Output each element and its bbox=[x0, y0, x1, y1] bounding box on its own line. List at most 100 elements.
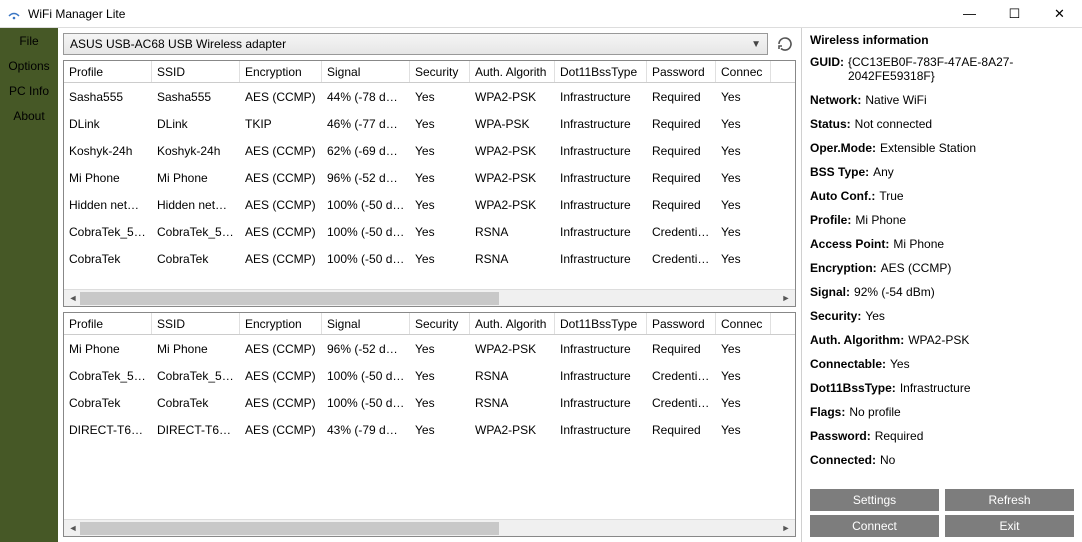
cell: CobraTek bbox=[64, 252, 152, 266]
table-row[interactable]: CobraTekCobraTekAES (CCMP)100% (-50 dBm)… bbox=[64, 245, 795, 272]
sidebar-item-file[interactable]: File bbox=[0, 28, 58, 53]
column-header[interactable]: SSID bbox=[152, 61, 240, 82]
table-row[interactable]: DIRECT-T6DESK...DIRECT-T6DESK...AES (CCM… bbox=[64, 416, 795, 443]
info-line: BSS Type:Any bbox=[810, 165, 1074, 179]
cell: Yes bbox=[410, 396, 470, 410]
table-row[interactable]: CobraTek_5GHzCobraTek_5GHzAES (CCMP)100%… bbox=[64, 218, 795, 245]
column-header[interactable]: Connec bbox=[716, 61, 771, 82]
cell: 96% (-52 dBm) bbox=[322, 342, 410, 356]
refresh-button[interactable]: Refresh bbox=[945, 489, 1074, 511]
table-row[interactable]: DLinkDLinkTKIP46% (-77 dBm)YesWPA-PSKInf… bbox=[64, 110, 795, 137]
info-value: AES (CCMP) bbox=[881, 261, 952, 275]
cell: WPA2-PSK bbox=[470, 423, 555, 437]
cell: CobraTek_5GHz bbox=[64, 225, 152, 239]
close-button[interactable]: ✕ bbox=[1037, 0, 1082, 28]
column-header[interactable]: Connec bbox=[716, 313, 771, 334]
column-header[interactable]: Auth. Algorith bbox=[470, 313, 555, 334]
cell: Required bbox=[647, 198, 716, 212]
column-header[interactable]: Encryption bbox=[240, 313, 322, 334]
connect-button[interactable]: Connect bbox=[810, 515, 939, 537]
cell: AES (CCMP) bbox=[240, 369, 322, 383]
window-title: WiFi Manager Lite bbox=[28, 7, 125, 21]
cell: DIRECT-T6DESK... bbox=[152, 423, 240, 437]
info-value: {CC13EB0F-783F-47AE-8A27-2042FE59318F} bbox=[848, 55, 1074, 83]
networks-table: ProfileSSIDEncryptionSignalSecurityAuth.… bbox=[63, 60, 796, 307]
column-header[interactable]: Dot11BssType bbox=[555, 61, 647, 82]
exit-button[interactable]: Exit bbox=[945, 515, 1074, 537]
column-header[interactable]: Dot11BssType bbox=[555, 313, 647, 334]
scroll-right-icon[interactable]: ► bbox=[779, 291, 793, 305]
column-header[interactable]: Auth. Algorith bbox=[470, 61, 555, 82]
cell: Yes bbox=[716, 396, 771, 410]
cell: Yes bbox=[410, 144, 470, 158]
table-row[interactable]: Mi PhoneMi PhoneAES (CCMP)96% (-52 dBm)Y… bbox=[64, 335, 795, 362]
scroll-left-icon[interactable]: ◄ bbox=[66, 291, 80, 305]
column-header[interactable]: Signal bbox=[322, 313, 410, 334]
column-header[interactable]: Password bbox=[647, 61, 716, 82]
info-value: Yes bbox=[890, 357, 910, 371]
info-label: Security: bbox=[810, 309, 861, 323]
table-row[interactable]: CobraTek_5GHzCobraTek_5GHzAES (CCMP)100%… bbox=[64, 362, 795, 389]
column-header[interactable]: Security bbox=[410, 313, 470, 334]
refresh-icon[interactable] bbox=[774, 33, 796, 55]
cell: Mi Phone bbox=[64, 342, 152, 356]
h-scrollbar[interactable]: ◄ ► bbox=[64, 289, 795, 306]
column-header[interactable]: Signal bbox=[322, 61, 410, 82]
table-row[interactable]: Koshyk-24hKoshyk-24hAES (CCMP)62% (-69 d… bbox=[64, 137, 795, 164]
table-row[interactable]: Sasha555Sasha555AES (CCMP)44% (-78 dBm)Y… bbox=[64, 83, 795, 110]
info-value: Mi Phone bbox=[855, 213, 906, 227]
info-value: Infrastructure bbox=[900, 381, 971, 395]
settings-button[interactable]: Settings bbox=[810, 489, 939, 511]
maximize-button[interactable]: ☐ bbox=[992, 0, 1037, 28]
chevron-down-icon: ▼ bbox=[751, 39, 761, 50]
cell: CobraTek bbox=[64, 396, 152, 410]
info-value: Native WiFi bbox=[865, 93, 926, 107]
info-label: Dot11BssType: bbox=[810, 381, 896, 395]
minimize-button[interactable]: — bbox=[947, 0, 992, 28]
cell: Credentials bbox=[647, 252, 716, 266]
cell: CobraTek bbox=[152, 396, 240, 410]
info-value: Extensible Station bbox=[880, 141, 976, 155]
info-value: Any bbox=[873, 165, 894, 179]
info-line: Auth. Algorithm:WPA2-PSK bbox=[810, 333, 1074, 347]
sidebar-item-options[interactable]: Options bbox=[0, 53, 58, 78]
cell: AES (CCMP) bbox=[240, 198, 322, 212]
column-header[interactable]: Security bbox=[410, 61, 470, 82]
table-row[interactable]: CobraTekCobraTekAES (CCMP)100% (-50 dBm)… bbox=[64, 389, 795, 416]
cell: CobraTek_5GHz bbox=[64, 369, 152, 383]
cell: Required bbox=[647, 423, 716, 437]
column-header[interactable]: Profile bbox=[64, 61, 152, 82]
cell: Yes bbox=[716, 171, 771, 185]
info-value: 92% (-54 dBm) bbox=[854, 285, 935, 299]
cell: 46% (-77 dBm) bbox=[322, 117, 410, 131]
table-row[interactable]: Mi PhoneMi PhoneAES (CCMP)96% (-52 dBm)Y… bbox=[64, 164, 795, 191]
cell: Yes bbox=[716, 369, 771, 383]
adapter-dropdown[interactable]: ASUS USB-AC68 USB Wireless adapter ▼ bbox=[63, 33, 768, 55]
column-header[interactable]: Profile bbox=[64, 313, 152, 334]
column-header[interactable]: SSID bbox=[152, 313, 240, 334]
cell: Hidden network bbox=[64, 198, 152, 212]
info-label: Flags: bbox=[810, 405, 845, 419]
scroll-right-icon[interactable]: ► bbox=[779, 521, 793, 535]
table-row[interactable]: Hidden networkHidden networkAES (CCMP)10… bbox=[64, 191, 795, 218]
sidebar-item-about[interactable]: About bbox=[0, 103, 58, 128]
info-line: Status:Not connected bbox=[810, 117, 1074, 131]
column-header[interactable]: Encryption bbox=[240, 61, 322, 82]
scroll-left-icon[interactable]: ◄ bbox=[66, 521, 80, 535]
profiles-table: ProfileSSIDEncryptionSignalSecurityAuth.… bbox=[63, 312, 796, 537]
h-scrollbar-2[interactable]: ◄ ► bbox=[64, 519, 795, 536]
sidebar-item-pcinfo[interactable]: PC Info bbox=[0, 78, 58, 103]
info-value: No profile bbox=[849, 405, 900, 419]
cell: WPA2-PSK bbox=[470, 198, 555, 212]
cell: Yes bbox=[410, 252, 470, 266]
cell: Yes bbox=[410, 342, 470, 356]
column-header[interactable]: Password bbox=[647, 313, 716, 334]
cell: Infrastructure bbox=[555, 369, 647, 383]
cell: CobraTek bbox=[152, 252, 240, 266]
cell: AES (CCMP) bbox=[240, 342, 322, 356]
info-label: Password: bbox=[810, 429, 871, 443]
cell: Yes bbox=[716, 117, 771, 131]
cell: WPA2-PSK bbox=[470, 144, 555, 158]
info-value: Yes bbox=[865, 309, 885, 323]
cell: RSNA bbox=[470, 225, 555, 239]
